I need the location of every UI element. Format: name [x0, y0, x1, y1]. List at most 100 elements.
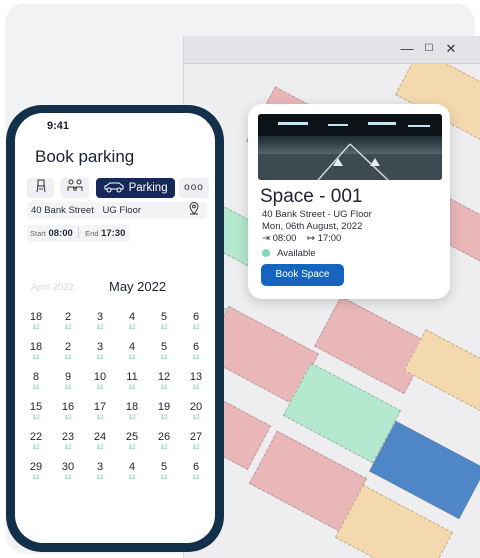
calendar-day[interactable]: 6 12	[181, 341, 211, 361]
calendar-day[interactable]: 16 12	[53, 401, 83, 421]
day-number: 17	[93, 401, 107, 413]
status-bar-time: 9:41	[47, 120, 70, 132]
calendar-day[interactable]: 4 12	[117, 341, 147, 361]
day-number: 8	[32, 371, 40, 383]
calendar-day[interactable]: 5 12	[149, 341, 179, 361]
previous-month[interactable]: April 2022	[31, 282, 74, 293]
calendar-day[interactable]: 6 12	[181, 461, 211, 481]
available-count: 12	[64, 324, 72, 331]
car-icon	[103, 182, 128, 194]
available-count: 12	[64, 384, 72, 391]
available-count: 12	[96, 474, 104, 481]
available-count: 12	[64, 354, 72, 361]
calendar-day[interactable]: 24 12	[85, 431, 115, 451]
day-number: 26	[157, 431, 171, 443]
chair-icon	[35, 179, 47, 193]
calendar-day[interactable]: 5 12	[149, 461, 179, 481]
available-count: 12	[64, 474, 72, 481]
calendar-day[interactable]: 30 12	[53, 461, 83, 481]
calendar-day[interactable]: 23 12	[53, 431, 83, 451]
calendar-day[interactable]: 13 12	[181, 371, 211, 391]
time-in: 08:00	[272, 233, 297, 244]
category-meeting[interactable]	[60, 178, 89, 198]
day-number: 25	[125, 431, 139, 443]
available-count: 12	[32, 354, 40, 361]
more-icon[interactable]: ooo	[179, 178, 209, 198]
location-selector[interactable]: 40 Bank Street UG Floor	[27, 202, 207, 219]
available-count: 12	[160, 354, 168, 361]
calendar-day[interactable]: 10 12	[85, 371, 115, 391]
minimize-button[interactable]: —	[399, 41, 415, 57]
close-button[interactable]: ✕	[443, 41, 459, 57]
book-space-button[interactable]: Book Space	[261, 264, 344, 286]
day-number: 12	[157, 371, 171, 383]
calendar-day[interactable]: 2 12	[53, 311, 83, 331]
available-count: 12	[192, 354, 200, 361]
available-count: 12	[32, 414, 40, 421]
start-label: Start	[30, 229, 46, 238]
day-number: 3	[96, 311, 104, 323]
available-count: 12	[96, 414, 104, 421]
calendar-day[interactable]: 18 12	[21, 311, 51, 331]
calendar-day[interactable]: 15 12	[21, 401, 51, 421]
phone-side-button	[6, 245, 10, 275]
available-count: 12	[64, 444, 72, 451]
space-date: Mon, 06th August, 2022	[262, 221, 363, 232]
calendar-day[interactable]: 6 12	[181, 311, 211, 331]
available-count: 12	[128, 414, 136, 421]
status-label: Available	[277, 248, 316, 259]
day-number: 2	[64, 311, 72, 323]
calendar-day[interactable]: 8 12	[21, 371, 51, 391]
calendar-day[interactable]: 26 12	[149, 431, 179, 451]
day-number: 18	[29, 311, 43, 323]
available-count: 12	[128, 324, 136, 331]
floor-name: UG Floor	[102, 205, 142, 216]
calendar-day[interactable]: 4 12	[117, 461, 147, 481]
available-count: 12	[96, 354, 104, 361]
available-count: 12	[128, 354, 136, 361]
phone-screen: 9:41 Book parking Parking ooo 40 Bank St…	[15, 113, 215, 543]
calendar-day[interactable]: 9 12	[53, 371, 83, 391]
calendar-day[interactable]: 11 12	[117, 371, 147, 391]
calendar-day[interactable]: 3 12	[85, 341, 115, 361]
available-count: 12	[192, 414, 200, 421]
calendar-day[interactable]: 5 12	[149, 311, 179, 331]
calendar-day[interactable]: 22 12	[21, 431, 51, 451]
start-time[interactable]: 08:00	[48, 228, 72, 239]
available-count: 12	[96, 444, 104, 451]
maximize-button[interactable]: ☐	[421, 41, 437, 57]
calendar-day[interactable]: 2 12	[53, 341, 83, 361]
category-desk[interactable]	[27, 178, 54, 198]
day-number: 4	[128, 311, 136, 323]
available-count: 12	[96, 384, 104, 391]
calendar-day[interactable]: 3 12	[85, 461, 115, 481]
available-count: 12	[64, 414, 72, 421]
day-number: 9	[64, 371, 72, 383]
calendar-day[interactable]: 29 12	[21, 461, 51, 481]
calendar-day[interactable]: 20 12	[181, 401, 211, 421]
calendar-day[interactable]: 19 12	[149, 401, 179, 421]
available-count: 12	[160, 474, 168, 481]
calendar-day[interactable]: 18 12	[21, 341, 51, 361]
calendar-day[interactable]: 27 12	[181, 431, 211, 451]
available-count: 12	[128, 474, 136, 481]
available-count: 12	[32, 384, 40, 391]
day-number: 22	[29, 431, 43, 443]
page-title: Book parking	[35, 147, 135, 166]
phone-side-button	[6, 176, 10, 194]
calendar-day[interactable]: 18 12	[117, 401, 147, 421]
calendar-day[interactable]: 4 12	[117, 311, 147, 331]
day-number: 5	[160, 461, 168, 473]
calendar-day[interactable]: 17 12	[85, 401, 115, 421]
time-range[interactable]: Start 08:00 End 17:30	[27, 225, 130, 242]
day-number: 13	[189, 371, 203, 383]
end-time[interactable]: 17:30	[101, 228, 125, 239]
calendar-day[interactable]: 3 12	[85, 311, 115, 331]
available-count: 12	[192, 444, 200, 451]
people-icon	[67, 179, 83, 193]
calendar-day[interactable]: 12 12	[149, 371, 179, 391]
category-parking-label: Parking	[128, 182, 168, 194]
calendar-day[interactable]: 25 12	[117, 431, 147, 451]
category-parking[interactable]: Parking	[96, 178, 175, 198]
day-number: 5	[160, 341, 168, 353]
